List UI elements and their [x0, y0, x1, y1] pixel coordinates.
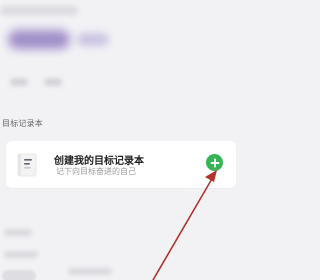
add-button[interactable]	[206, 154, 223, 171]
blurred-profile-badge	[77, 33, 109, 46]
blurred-list-item	[4, 251, 38, 258]
blurred-list-item	[4, 229, 32, 236]
blurred-profile-name	[8, 30, 70, 49]
notebook-icon	[17, 153, 37, 177]
screen: 目标记录本 创建我的目标记录本 记下向目标奋进的自己	[0, 0, 242, 280]
card-subtitle: 记下向目标奋进的自己	[56, 167, 136, 176]
blurred-stat	[44, 78, 62, 86]
section-title: 目标记录本	[2, 119, 43, 128]
blurred-list-item	[68, 268, 112, 275]
blurred-header-text	[0, 6, 78, 15]
blurred-stat	[10, 78, 28, 86]
create-goal-notebook-card[interactable]: 创建我的目标记录本 记下向目标奋进的自己	[6, 141, 236, 188]
card-title: 创建我的目标记录本	[54, 156, 144, 167]
blurred-bottom-chip	[2, 270, 36, 280]
profile-row[interactable]	[2, 28, 137, 53]
